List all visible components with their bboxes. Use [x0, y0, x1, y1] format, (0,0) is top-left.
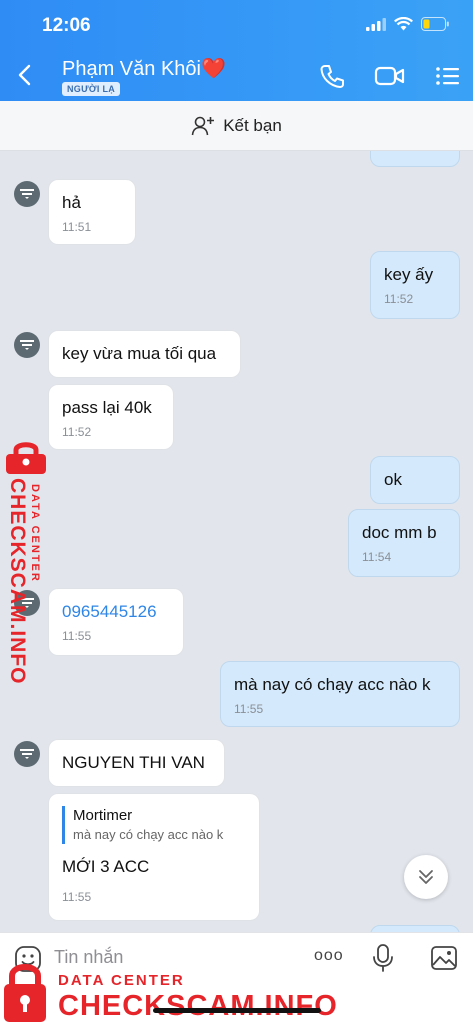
microphone-icon[interactable]	[372, 943, 394, 973]
message-bubble-reply[interactable]: Mortimer mà nay có chạy acc nào k MỚI 3 …	[48, 793, 260, 921]
status-icons	[366, 17, 449, 31]
add-friend-bar[interactable]: Kết bạn	[0, 101, 473, 151]
back-icon[interactable]	[14, 62, 38, 88]
message-list[interactable]: hả 11:51 key ấy 11:52 key vừa mua tối qu…	[0, 151, 473, 932]
status-time: 12:06	[42, 15, 91, 36]
battery-icon	[421, 17, 449, 31]
watermark-side-center: DATA CENTER	[29, 484, 41, 583]
home-indicator	[153, 1008, 321, 1013]
video-call-icon[interactable]	[374, 63, 406, 89]
message-bubble[interactable]: ok	[370, 456, 460, 504]
double-chevron-down-icon	[419, 870, 433, 884]
avatar[interactable]	[14, 181, 40, 207]
add-friend-icon	[191, 116, 215, 135]
scroll-to-bottom-button[interactable]	[404, 855, 448, 899]
message-bubble-partial	[370, 925, 460, 932]
signal-icon	[366, 17, 386, 31]
message-bubble[interactable]: key ấy 11:52	[370, 251, 460, 319]
avatar[interactable]	[14, 332, 40, 358]
message-bubble[interactable]: key vừa mua tối qua	[48, 330, 241, 378]
phone-number-link[interactable]: 0965445126	[62, 601, 170, 623]
avatar-icon	[20, 749, 34, 759]
more-options-button[interactable]: ooo	[314, 947, 344, 965]
message-bubble[interactable]: doc mm b 11:54	[348, 509, 460, 577]
message-bubble[interactable]: mà nay có chạy acc nào k 11:55	[220, 661, 460, 727]
watermark-data-center: DATA CENTER	[58, 972, 185, 989]
message-bubble[interactable]: NGUYEN THI VAN	[48, 739, 225, 787]
contact-name[interactable]: Phạm Văn Khôi❤️	[62, 56, 226, 81]
add-friend-label: Kết bạn	[223, 115, 282, 135]
stranger-badge: NGƯỜI LẠ	[62, 82, 121, 96]
watermark-site: CHECKSCAM.INFO	[58, 990, 338, 1022]
avatar[interactable]	[14, 741, 40, 767]
message-bubble-partial	[370, 151, 460, 167]
watermark-side-site: CHECKSCAM.INFO	[6, 478, 29, 685]
menu-icon[interactable]	[434, 63, 462, 89]
avatar-icon	[20, 340, 34, 350]
message-bubble[interactable]: pass lại 40k 11:52	[48, 384, 174, 450]
message-bubble[interactable]: 0965445126 11:55	[48, 588, 184, 656]
chat-header: 12:06 Phạm Văn Khôi❤️ NGƯỜI LẠ	[0, 0, 473, 101]
wifi-icon	[394, 17, 413, 31]
phone-icon[interactable]	[318, 63, 346, 89]
image-icon[interactable]	[430, 945, 458, 971]
avatar-icon	[20, 189, 34, 199]
message-bubble[interactable]: hả 11:51	[48, 179, 136, 245]
quoted-message[interactable]: Mortimer mà nay có chạy acc nào k	[62, 806, 246, 844]
